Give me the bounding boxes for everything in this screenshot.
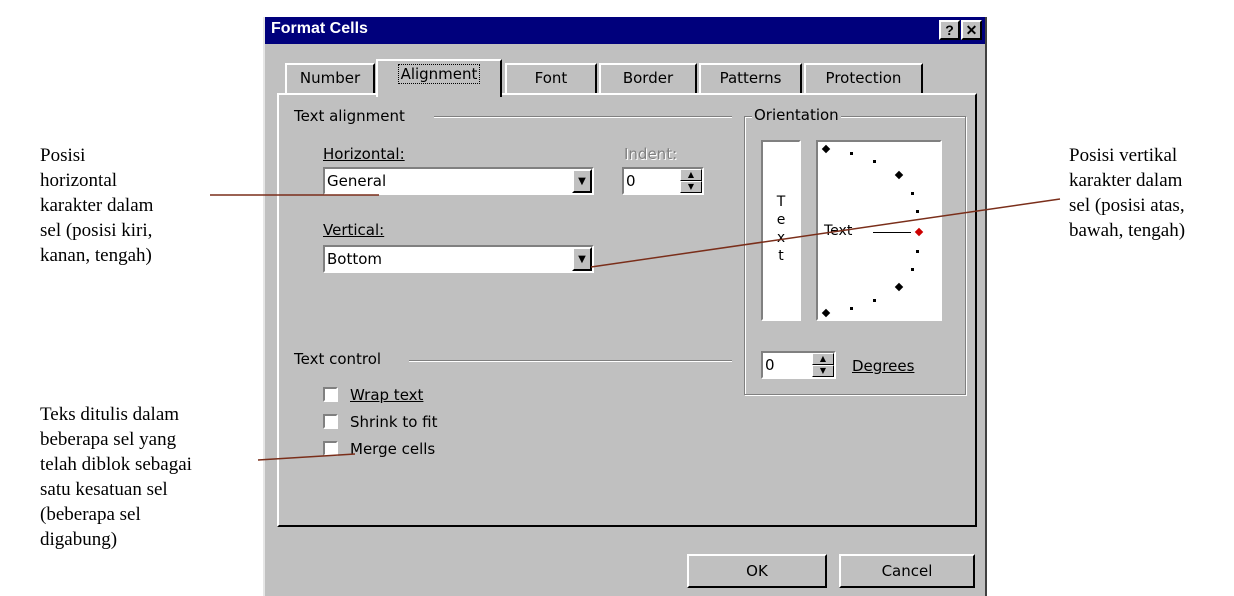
vertical-text-char: x bbox=[776, 230, 786, 246]
dial-marker bbox=[821, 308, 831, 318]
horizontal-label-text: Horizontal: bbox=[323, 145, 405, 163]
text-alignment-legend: Text alignment bbox=[294, 107, 405, 125]
tab-alignment-label: Alignment bbox=[397, 64, 481, 84]
annotation-line: horizontal bbox=[40, 170, 118, 191]
text-control-divider bbox=[409, 360, 732, 362]
horizontal-select[interactable]: General ▼ bbox=[323, 167, 594, 195]
annotation-line: Posisi vertikal bbox=[1069, 145, 1178, 166]
indent-spinner[interactable]: 0 ▲ ▼ bbox=[622, 167, 704, 195]
annotation-line: karakter dalam bbox=[40, 195, 154, 216]
spin-up-icon[interactable]: ▲ bbox=[680, 169, 702, 181]
wrap-text-label[interactable]: Wrap text bbox=[350, 386, 423, 404]
annotation-line: Teks ditulis dalam bbox=[40, 404, 180, 425]
spin-up-icon[interactable]: ▲ bbox=[812, 353, 834, 365]
help-button[interactable]: ? bbox=[939, 20, 960, 40]
dial-text: Text bbox=[824, 223, 853, 239]
format-cells-dialog: Format Cells ? ✕ Number Alignment Font B… bbox=[263, 17, 987, 596]
indent-label: Indent: bbox=[624, 145, 678, 163]
dial-pointer bbox=[914, 227, 924, 237]
tab-number[interactable]: Number bbox=[285, 63, 375, 94]
horizontal-label: Horizontal: bbox=[323, 145, 405, 163]
annotation-line: sel (posisi kiri, bbox=[40, 220, 153, 241]
annotation-line: bawah, tengah) bbox=[1069, 220, 1186, 241]
merge-cells-label[interactable]: Merge cells bbox=[350, 440, 435, 458]
indent-value: 0 bbox=[626, 172, 636, 190]
chevron-down-icon[interactable]: ▼ bbox=[572, 247, 592, 271]
alignment-panel: Text alignment Horizontal: General ▼ Ind… bbox=[277, 93, 977, 527]
vertical-text-box[interactable]: T e x t bbox=[761, 140, 801, 321]
annotation-line: Posisi bbox=[40, 145, 86, 166]
dial-dot bbox=[850, 307, 853, 310]
degrees-label: Degrees bbox=[852, 357, 914, 375]
title-bar: Format Cells ? ✕ bbox=[265, 17, 985, 44]
text-control-legend: Text control bbox=[294, 350, 382, 368]
tab-protection[interactable]: Protection bbox=[804, 63, 923, 94]
tab-patterns[interactable]: Patterns bbox=[699, 63, 802, 94]
dial-pointer-line bbox=[873, 232, 911, 233]
annotation-line: sel (posisi atas, bbox=[1069, 195, 1185, 216]
dial-dot bbox=[873, 299, 876, 302]
tab-alignment[interactable]: Alignment bbox=[376, 59, 502, 97]
annotation-merge: Teks ditulis dalam beberapa sel yang tel… bbox=[40, 402, 192, 552]
degrees-value: 0 bbox=[765, 356, 775, 374]
tab-border[interactable]: Border bbox=[599, 63, 697, 94]
ok-button[interactable]: OK bbox=[687, 554, 827, 588]
horizontal-select-value: General bbox=[327, 172, 387, 190]
dialog-title: Format Cells bbox=[271, 20, 368, 37]
dial-marker bbox=[894, 170, 904, 180]
vertical-label: Vertical: bbox=[323, 221, 384, 239]
annotation-horizontal: Posisi horizontal karakter dalam sel (po… bbox=[40, 143, 153, 268]
vertical-select-value: Bottom bbox=[327, 250, 383, 268]
shrink-to-fit-label[interactable]: Shrink to fit bbox=[350, 413, 437, 431]
vertical-text-char: t bbox=[778, 248, 784, 264]
tab-font[interactable]: Font bbox=[505, 63, 597, 94]
dial-marker bbox=[821, 144, 831, 154]
dial-dot bbox=[916, 250, 919, 253]
degrees-label-text: Degrees bbox=[852, 357, 915, 375]
vertical-label-text: Vertical: bbox=[323, 221, 385, 239]
annotation-line: kanan, tengah) bbox=[40, 245, 152, 266]
orientation-legend: Orientation bbox=[752, 106, 841, 124]
annotation-line: telah diblok sebagai bbox=[40, 454, 192, 475]
cancel-button[interactable]: Cancel bbox=[839, 554, 975, 588]
wrap-text-checkbox[interactable] bbox=[323, 387, 338, 402]
close-button[interactable]: ✕ bbox=[961, 20, 982, 40]
shrink-to-fit-checkbox[interactable] bbox=[323, 414, 338, 429]
orientation-dial[interactable]: Text bbox=[816, 140, 942, 321]
vertical-text-char: e bbox=[776, 212, 786, 228]
text-alignment-divider bbox=[434, 116, 732, 118]
dial-dot bbox=[911, 268, 914, 271]
dial-dot bbox=[911, 192, 914, 195]
spin-down-icon[interactable]: ▼ bbox=[812, 365, 834, 377]
dial-marker bbox=[894, 282, 904, 292]
degrees-spinner[interactable]: 0 ▲ ▼ bbox=[761, 351, 836, 379]
vertical-text-char: T bbox=[776, 194, 786, 210]
annotation-line: beberapa sel yang bbox=[40, 429, 177, 450]
annotation-vertical: Posisi vertikal karakter dalam sel (posi… bbox=[1069, 143, 1185, 243]
annotation-line: karakter dalam bbox=[1069, 170, 1183, 191]
dial-dot bbox=[873, 160, 876, 163]
annotation-line: digabung) bbox=[40, 529, 118, 550]
annotation-line: satu kesatuan sel bbox=[40, 479, 168, 500]
dial-dot bbox=[850, 152, 853, 155]
merge-cells-checkbox[interactable] bbox=[323, 441, 338, 456]
annotation-line: (beberapa sel bbox=[40, 504, 141, 525]
chevron-down-icon[interactable]: ▼ bbox=[572, 169, 592, 193]
vertical-select[interactable]: Bottom ▼ bbox=[323, 245, 594, 273]
spin-down-icon[interactable]: ▼ bbox=[680, 181, 702, 193]
dial-dot bbox=[916, 210, 919, 213]
